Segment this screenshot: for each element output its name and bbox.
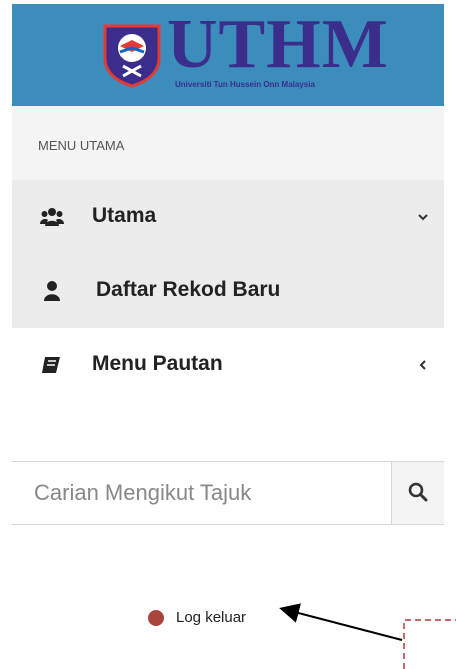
user-icon xyxy=(44,281,60,301)
logo-tagline: Universiti Tun Hussein Onn Malaysia xyxy=(175,80,315,89)
chevron-left-icon[interactable] xyxy=(416,358,430,372)
sidebar-header: UTHM Universiti Tun Hussein Onn Malaysia xyxy=(12,4,444,106)
uthm-logo[interactable]: UTHM Universiti Tun Hussein Onn Malaysia xyxy=(87,10,395,94)
status-dot-icon xyxy=(148,610,164,626)
users-icon xyxy=(40,208,64,226)
sidebar-item-daftar-rekod-baru[interactable]: Daftar Rekod Baru xyxy=(12,254,444,328)
logo-wordmark: UTHM xyxy=(167,6,389,83)
search-icon xyxy=(408,482,428,502)
sidebar-item-utama[interactable]: Utama xyxy=(12,180,444,254)
search-button[interactable] xyxy=(391,462,444,524)
search-form xyxy=(12,461,444,525)
crest-icon xyxy=(103,24,161,88)
sidebar: UTHM Universiti Tun Hussein Onn Malaysia… xyxy=(0,0,444,669)
chevron-down-icon[interactable] xyxy=(416,210,430,224)
sidebar-item-menu-pautan[interactable]: Menu Pautan xyxy=(12,328,444,402)
menu-header: MENU UTAMA xyxy=(12,106,444,180)
search-input[interactable] xyxy=(12,462,372,524)
sidebar-item-label: Menu Pautan xyxy=(92,352,223,375)
menu-header-label: MENU UTAMA xyxy=(38,138,125,153)
book-icon xyxy=(42,357,60,373)
logout-label: Log keluar xyxy=(176,609,247,626)
sidebar-item-label: Daftar Rekod Baru xyxy=(96,278,281,301)
sidebar-item-label: Utama xyxy=(92,204,157,227)
